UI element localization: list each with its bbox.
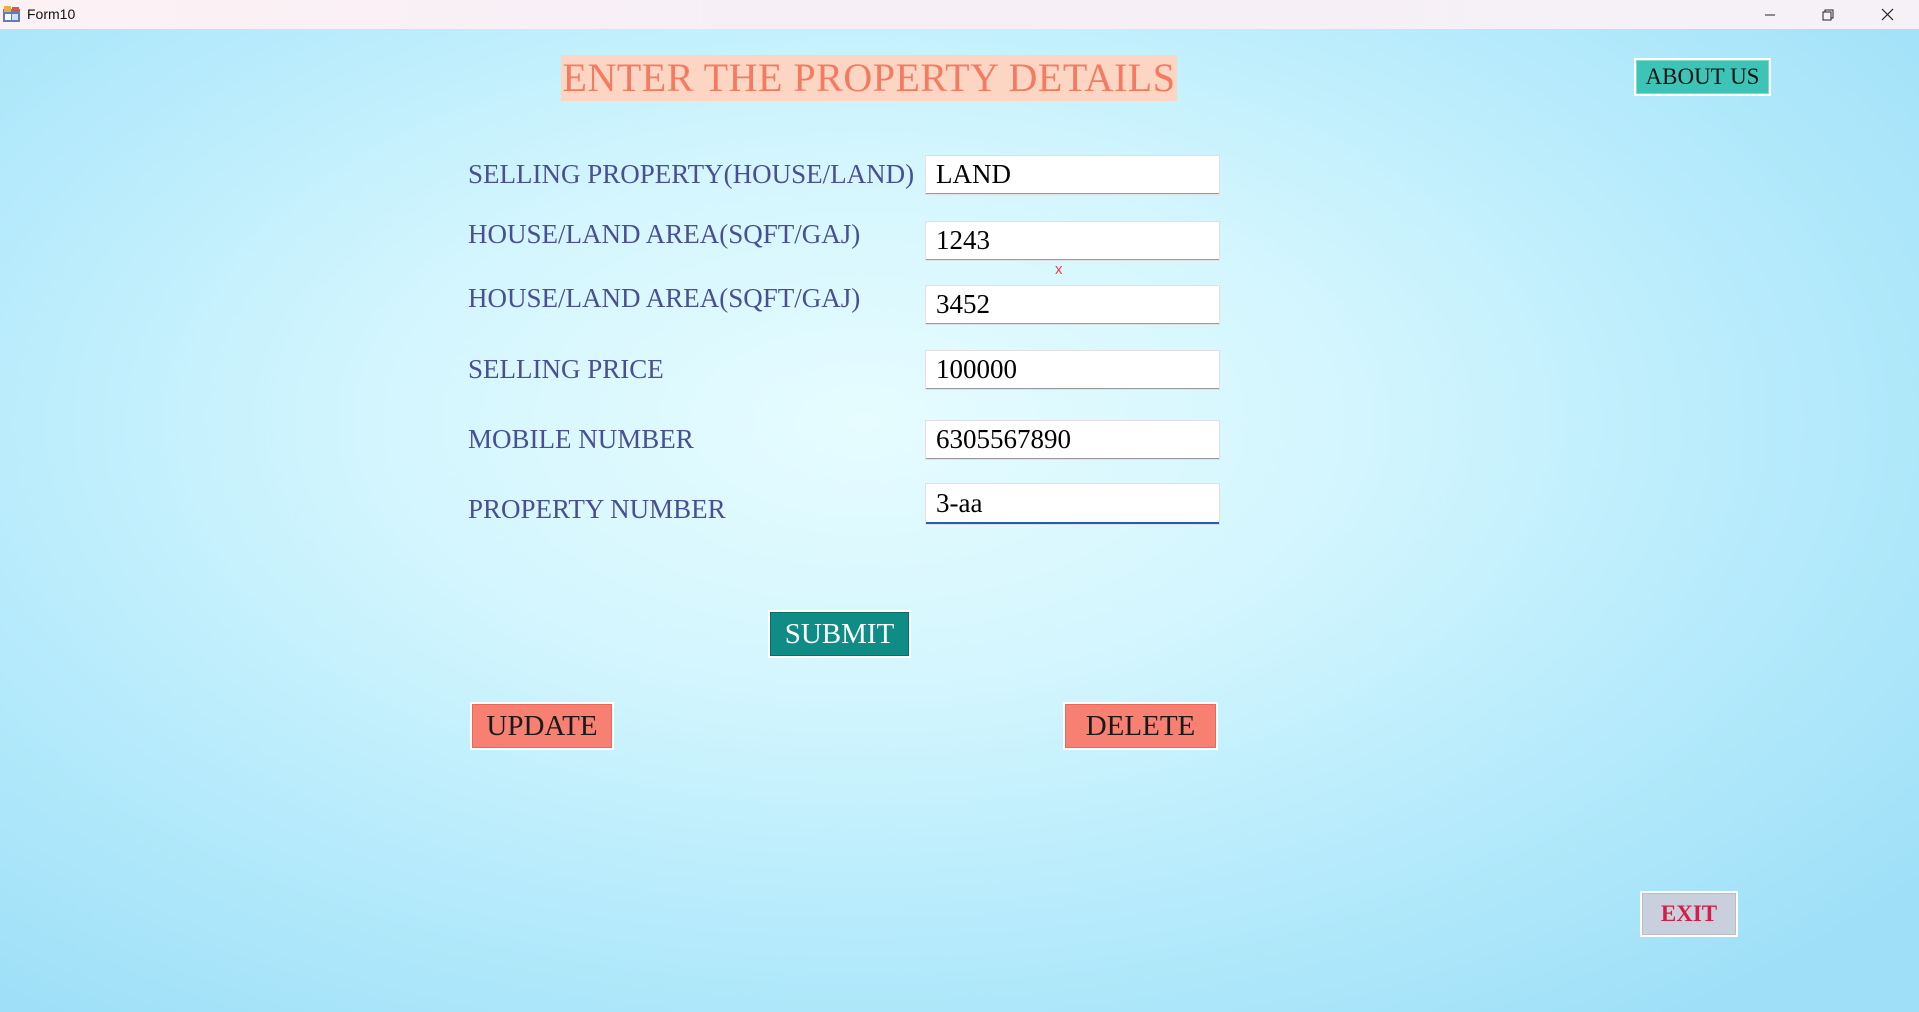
form-client-area: ENTER THE PROPERTY DETAILS ABOUT US SELL… <box>0 29 1919 1012</box>
area-label-2: HOUSE/LAND AREA(SQFT/GAJ) <box>468 283 861 313</box>
update-button[interactable]: UPDATE <box>470 702 614 750</box>
restore-icon <box>1822 9 1834 20</box>
mobile-number-label: MOBILE NUMBER <box>468 424 694 454</box>
restore-button[interactable] <box>1799 0 1857 29</box>
form10-window: Form10 ENTER THE PROPERTY DETAILS ABOUT … <box>0 0 1919 1012</box>
mobile-number-input[interactable] <box>926 421 1219 459</box>
window-title: Form10 <box>27 6 76 22</box>
title-bar: Form10 <box>0 0 1919 29</box>
submit-button[interactable]: SUBMIT <box>768 610 911 658</box>
area-input-2[interactable] <box>926 286 1219 324</box>
close-button[interactable] <box>1858 0 1916 29</box>
selling-price-input[interactable] <box>926 351 1219 389</box>
minimize-button[interactable] <box>1741 0 1799 29</box>
selling-property-input[interactable] <box>926 156 1219 194</box>
error-indicator: x <box>1055 261 1063 278</box>
page-title: ENTER THE PROPERTY DETAILS <box>561 55 1177 101</box>
selling-price-label: SELLING PRICE <box>468 354 664 384</box>
about-us-button[interactable]: ABOUT US <box>1634 58 1771 96</box>
delete-button[interactable]: DELETE <box>1063 702 1218 750</box>
minimize-icon <box>1765 14 1775 15</box>
form-app-icon <box>3 6 20 22</box>
property-number-label: PROPERTY NUMBER <box>468 494 726 524</box>
close-icon <box>1881 8 1893 21</box>
selling-property-label: SELLING PROPERTY(HOUSE/LAND) <box>468 159 915 189</box>
area-input-1[interactable] <box>926 222 1219 260</box>
property-number-input[interactable] <box>926 484 1219 524</box>
area-label-1: HOUSE/LAND AREA(SQFT/GAJ) <box>468 219 861 249</box>
exit-button[interactable]: EXIT <box>1640 891 1738 937</box>
